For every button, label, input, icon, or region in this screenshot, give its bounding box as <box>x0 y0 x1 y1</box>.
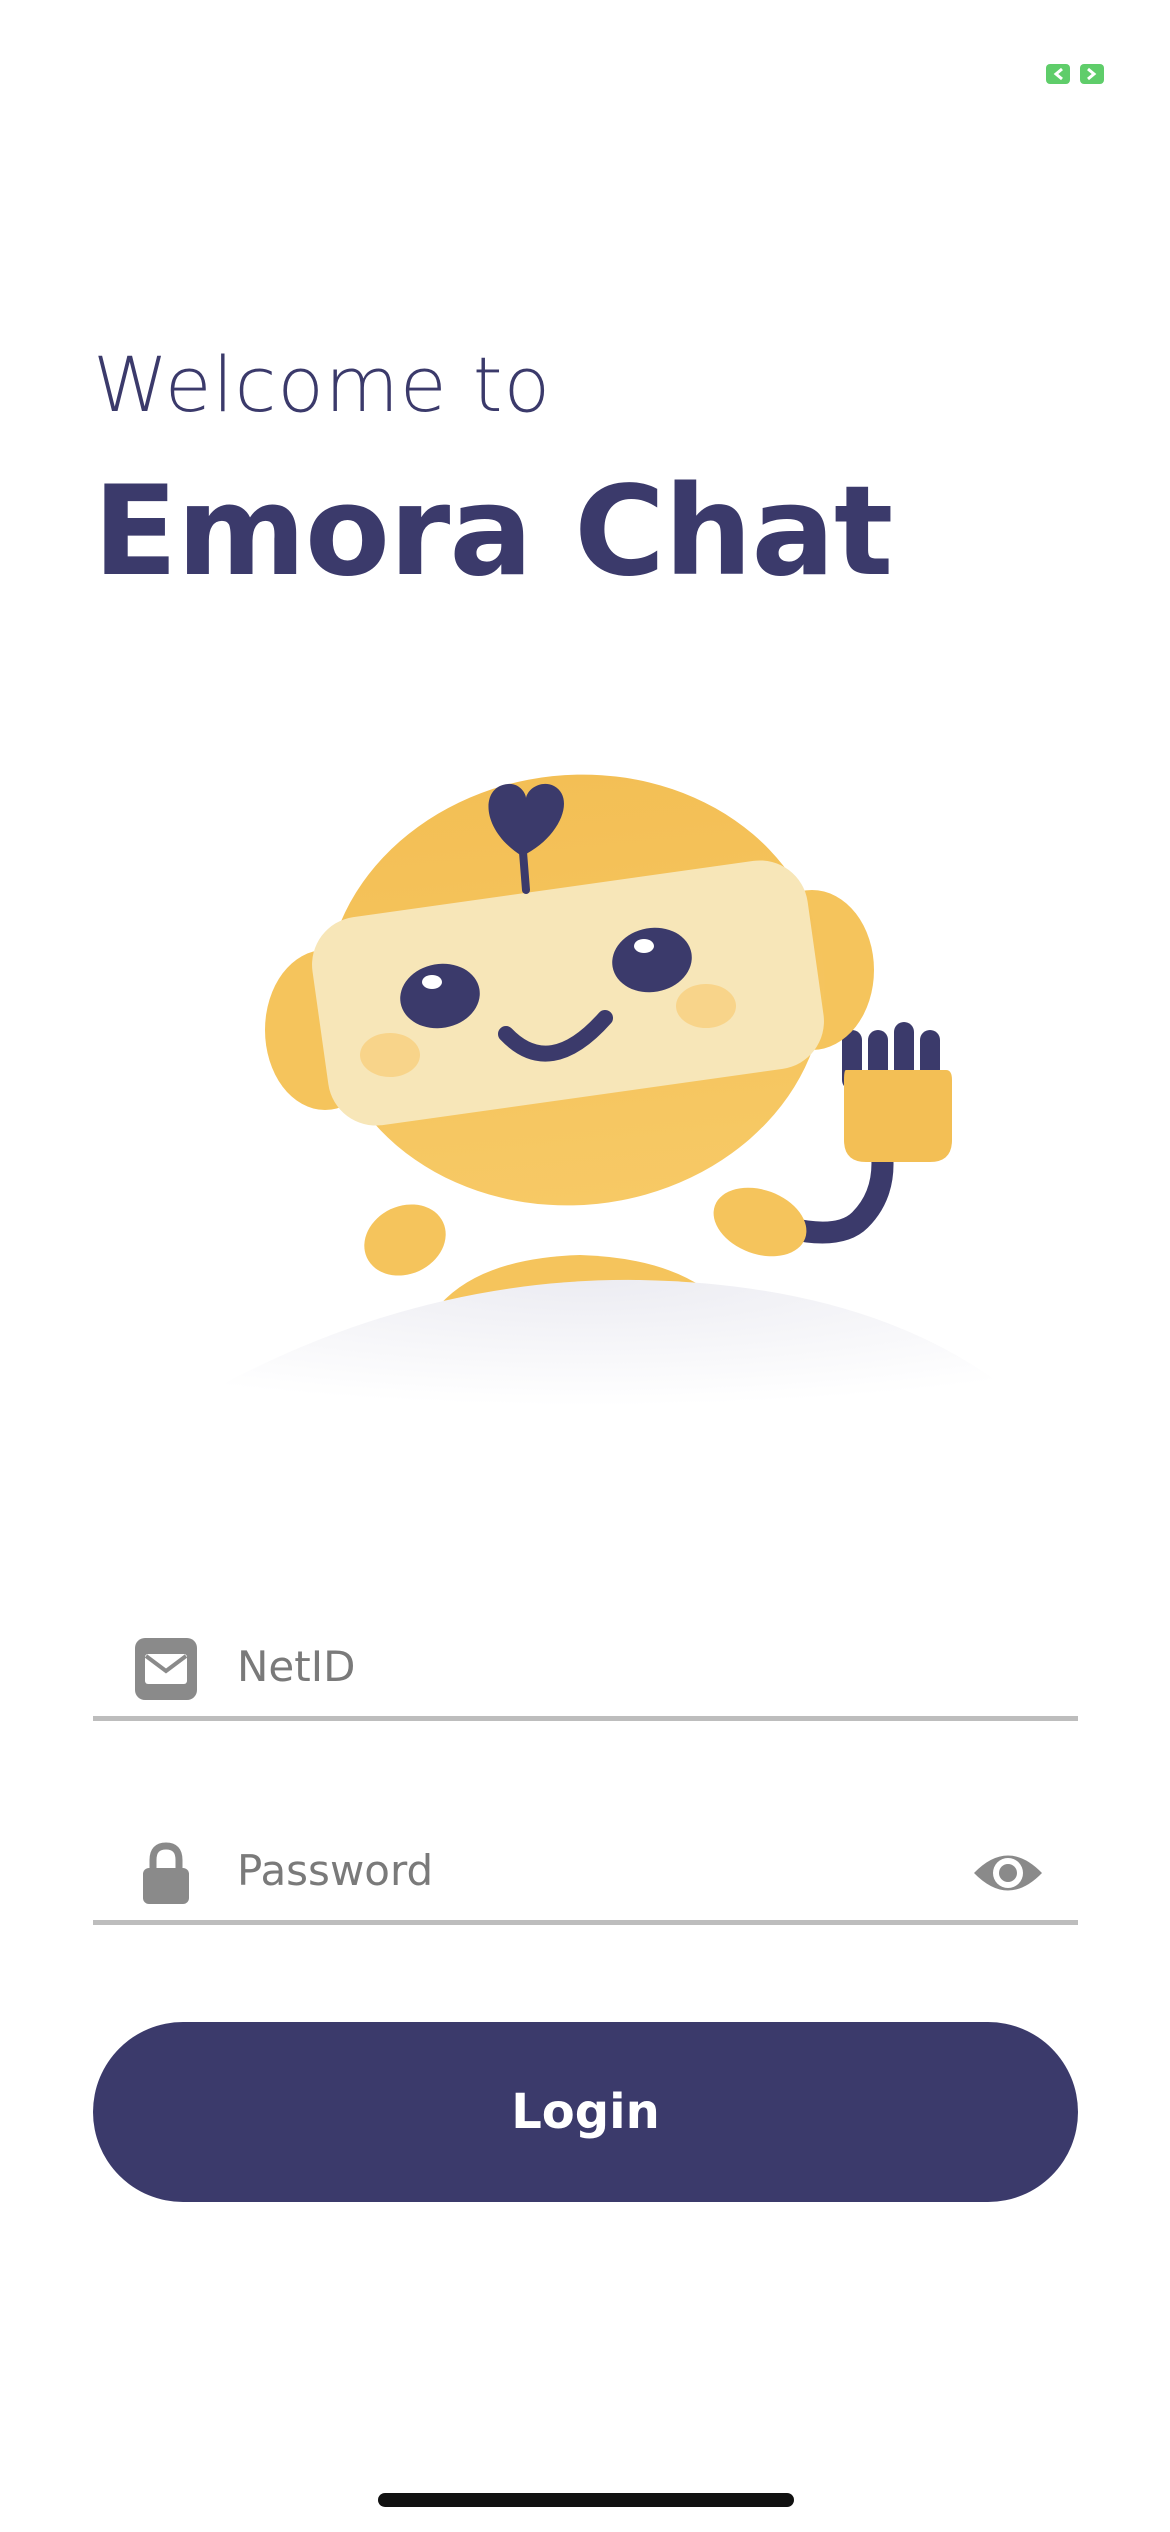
password-field <box>93 1820 1078 1925</box>
robot-left-shoulder <box>364 1204 446 1276</box>
lock-icon <box>143 1842 189 1904</box>
app-name-title: Emora Chat <box>93 460 893 604</box>
netid-input[interactable] <box>237 1626 997 1706</box>
netid-field <box>93 1616 1078 1721</box>
mail-icon <box>135 1638 197 1700</box>
password-input[interactable] <box>237 1830 997 1910</box>
status-indicator-icon <box>1046 64 1104 84</box>
home-indicator[interactable] <box>378 2493 794 2507</box>
eye-icon[interactable] <box>972 1846 1044 1900</box>
robot-mascot-illustration <box>100 774 1080 1460</box>
login-screen: Welcome to Emora Chat NetID Login <box>0 0 1170 2532</box>
login-button[interactable]: Login <box>93 2022 1078 2202</box>
welcome-text: Welcome to <box>93 340 552 429</box>
